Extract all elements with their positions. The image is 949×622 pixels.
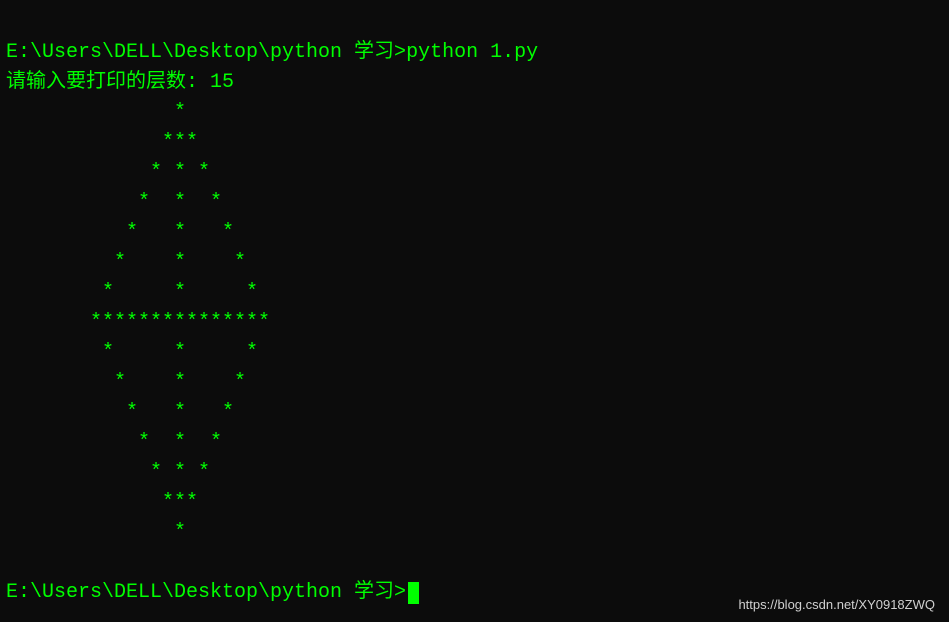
command-1: python 1.py [406,41,538,64]
output-line: * * * [6,251,246,274]
output-line: * [6,521,186,544]
output-line: * * * [6,461,210,484]
output-line: * * * [6,281,258,304]
input-prompt-line: 请输入要打印的层数: 15 [6,71,234,94]
output-line: *** [6,491,198,514]
watermark: https://blog.csdn.net/XY0918ZWQ [738,597,935,612]
terminal-output[interactable]: E:\Users\DELL\Desktop\python 学习>python 1… [6,8,943,608]
output-line: * * * [6,371,246,394]
output-line: * * * [6,161,210,184]
output-line: *************** [6,311,270,334]
cursor[interactable] [408,582,419,604]
output-line: * * * [6,221,234,244]
output-line: * [6,101,186,124]
prompt-path-2: E:\Users\DELL\Desktop\python 学习> [6,581,406,604]
output-line: *** [6,131,198,154]
output-line: * * * [6,431,222,454]
output-line: * * * [6,401,234,424]
output-line: * * * [6,191,222,214]
output-line: * * * [6,341,258,364]
prompt-path-1: E:\Users\DELL\Desktop\python 学习> [6,41,406,64]
